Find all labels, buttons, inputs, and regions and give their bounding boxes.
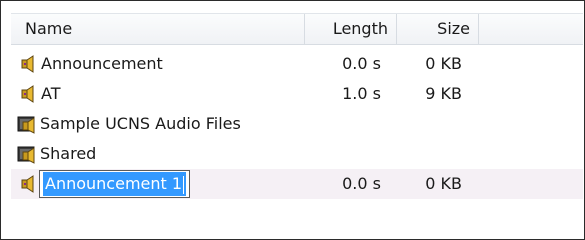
column-header-length[interactable]: Length	[305, 14, 397, 44]
file-name: Announcement	[41, 54, 163, 73]
text-cursor	[183, 175, 185, 194]
column-header-name[interactable]: Name	[11, 14, 305, 44]
length-cell: 0.0 s	[342, 174, 381, 193]
column-header-row: Name Length Size	[11, 13, 583, 45]
folder-name: Shared	[40, 144, 97, 163]
folder-row-shared[interactable]: Shared	[11, 139, 583, 169]
length-cell: 0.0 s	[342, 54, 381, 73]
audio-file-icon	[21, 174, 39, 194]
folder-row-sample-ucns-audio-files[interactable]: Sample UCNS Audio Files	[11, 109, 583, 139]
audio-file-list-window: Name Length Size Announcement 0.0 s 0 KB	[0, 0, 585, 240]
file-row-announcement-1[interactable]: Announcement 1 0.0 s 0 KB	[11, 169, 583, 199]
rename-text-field[interactable]: Announcement 1	[39, 170, 191, 198]
audio-file-icon	[21, 84, 39, 104]
audio-folder-icon	[17, 144, 39, 164]
audio-folder-icon	[17, 114, 39, 134]
audio-file-icon	[21, 54, 39, 74]
column-header-size[interactable]: Size	[397, 14, 479, 44]
name-cell: Shared	[17, 139, 96, 169]
name-cell: Sample UCNS Audio Files	[17, 109, 241, 139]
name-cell	[21, 169, 41, 199]
file-row-announcement[interactable]: Announcement 0.0 s 0 KB	[11, 49, 583, 79]
size-cell: 9 KB	[425, 84, 462, 103]
file-name: AT	[41, 84, 61, 103]
length-cell: 1.0 s	[342, 84, 381, 103]
size-cell: 0 KB	[425, 54, 462, 73]
file-list: Announcement 0.0 s 0 KB AT 1.0 s 9 KB Sa…	[11, 49, 583, 199]
column-header-filler	[479, 14, 583, 44]
file-row-at[interactable]: AT 1.0 s 9 KB	[11, 79, 583, 109]
name-cell: Announcement	[21, 49, 163, 79]
size-cell: 0 KB	[425, 174, 462, 193]
name-cell: AT	[21, 79, 60, 109]
rename-selected-text[interactable]: Announcement 1	[43, 172, 187, 196]
folder-name: Sample UCNS Audio Files	[40, 114, 241, 133]
